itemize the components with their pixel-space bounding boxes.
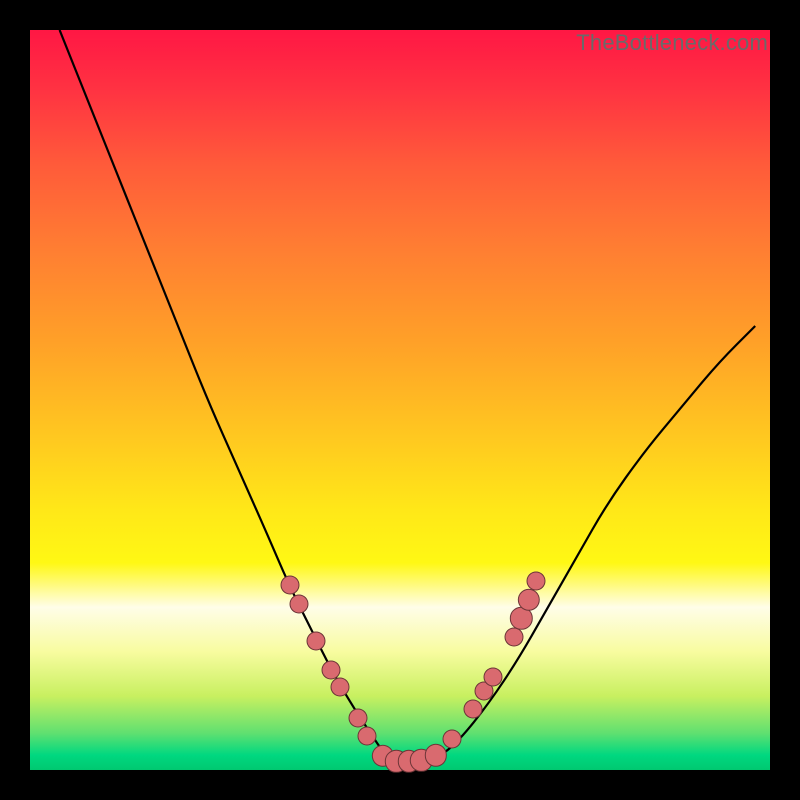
marker-dot — [289, 594, 308, 613]
marker-dot — [483, 667, 502, 686]
marker-dot — [527, 572, 546, 591]
marker-dot — [442, 729, 461, 748]
marker-dot — [463, 700, 482, 719]
marker-dot — [281, 576, 300, 595]
marker-dot — [504, 627, 523, 646]
watermark-text: TheBottleneck.com — [576, 30, 768, 56]
chart-container: TheBottleneck.com — [0, 0, 800, 800]
marker-dot — [331, 678, 350, 697]
marker-dot — [357, 726, 376, 745]
plot-area — [30, 30, 770, 770]
bottleneck-curve — [30, 30, 770, 770]
marker-dot — [306, 631, 325, 650]
marker-dot — [348, 709, 367, 728]
